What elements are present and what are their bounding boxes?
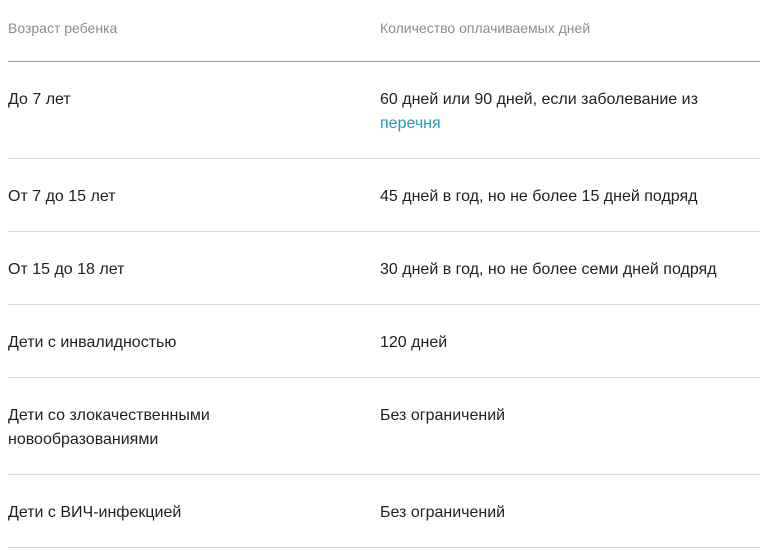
row-age: От 15 до 18 лет (8, 261, 125, 278)
table-row: До 7 лет 60 дней или 90 дней, если забол… (8, 62, 760, 159)
row-days: 60 дней или 90 дней, если заболевание из… (380, 62, 760, 158)
header-age: Возраст ребенка (8, 20, 118, 36)
row-days: 120 дней (380, 334, 448, 351)
row-age: До 7 лет (8, 91, 71, 108)
row-days: 45 дней в год, но не более 15 дней подря… (380, 188, 698, 205)
row-days: Без ограничений (380, 504, 506, 521)
sick-leave-table: Возраст ребенка Количество оплачиваемых … (8, 0, 760, 548)
header-days: Количество оплачиваемых дней (380, 20, 591, 36)
row-age: Дети со злокачественными новообразования… (8, 407, 210, 448)
table-row: Дети с инвалидностью 120 дней (8, 305, 760, 378)
row-age: Дети с ВИЧ-инфекцией (8, 504, 182, 521)
row-days: 30 дней в год, но не более семи дней под… (380, 261, 717, 278)
row-days: Без ограничений (380, 407, 506, 424)
table-row: От 7 до 15 лет 45 дней в год, но не боле… (8, 159, 760, 232)
table-row: Дети с ВИЧ-инфекцией Без ограничений (8, 475, 760, 548)
table-row: От 15 до 18 лет 30 дней в год, но не бол… (8, 232, 760, 305)
row-age: Дети с инвалидностью (8, 334, 177, 351)
row-age: От 7 до 15 лет (8, 188, 116, 205)
row-days-text: 60 дней или 90 дней, если заболевание из (380, 91, 698, 108)
table-header: Возраст ребенка Количество оплачиваемых … (8, 0, 760, 62)
list-link[interactable]: перечня (380, 115, 441, 132)
table-row: Дети со злокачественными новообразования… (8, 378, 760, 475)
